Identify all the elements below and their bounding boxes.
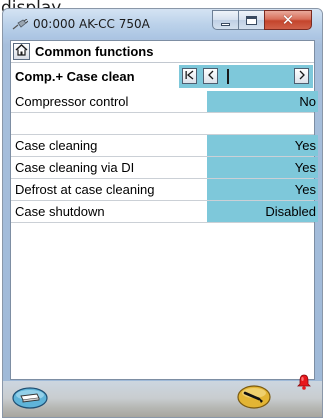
param-label: Case cleaning via DI: [15, 160, 135, 175]
close-button[interactable]: ✕: [264, 10, 312, 30]
param-value[interactable]: Yes: [207, 135, 318, 156]
client-area: Common functions Comp.+ Case clean Compr…: [10, 40, 318, 380]
param-label: Defrost at case cleaning: [15, 182, 155, 197]
param-value[interactable]: Yes: [207, 179, 318, 200]
param-label: Compressor control: [15, 94, 129, 109]
menu-header: Common functions: [11, 41, 314, 63]
param-row-defrost-at-case-cleaning[interactable]: Defrost at case cleaning Yes: [11, 179, 318, 201]
device-button[interactable]: [12, 387, 48, 409]
previous-button[interactable]: [203, 68, 218, 84]
param-value[interactable]: Disabled: [207, 201, 318, 222]
app-window: 00:000 AK-CC 750A ✕ Common functions Com…: [2, 8, 323, 418]
alarm-bell-icon[interactable]: [295, 373, 313, 391]
param-label: Case cleaning: [15, 138, 98, 153]
previous-icon: [207, 67, 215, 85]
device-icon: [12, 387, 48, 413]
param-row-case-shutdown[interactable]: Case shutdown Disabled: [11, 201, 318, 223]
first-page-icon: [185, 67, 194, 85]
wrench-icon: [237, 385, 271, 413]
menu-title: Common functions: [35, 44, 154, 59]
first-page-button[interactable]: [182, 68, 197, 84]
page-navigator: [179, 65, 313, 88]
maximize-icon: [246, 15, 257, 25]
param-row-compressor-control[interactable]: Compressor control No: [11, 91, 318, 113]
group-title: Comp.+ Case clean: [15, 69, 135, 84]
minimize-icon: [221, 22, 230, 26]
next-button[interactable]: [294, 68, 309, 84]
service-button[interactable]: [237, 384, 271, 409]
page-indicator: [227, 69, 229, 84]
group-header: Comp.+ Case clean: [11, 65, 314, 89]
bottom-toolbar: [3, 381, 322, 417]
window-title: 00:000 AK-CC 750A: [33, 17, 150, 31]
param-row-case-cleaning-via-di[interactable]: Case cleaning via DI Yes: [11, 157, 318, 179]
param-row-case-cleaning[interactable]: Case cleaning Yes: [11, 135, 318, 157]
home-icon: [15, 43, 28, 61]
param-value: [207, 113, 318, 134]
maximize-button[interactable]: [238, 10, 265, 30]
close-icon: ✕: [281, 11, 295, 29]
param-row-blank: [11, 113, 314, 135]
home-button[interactable]: [13, 43, 30, 60]
next-icon: [298, 67, 306, 85]
title-bar[interactable]: 00:000 AK-CC 750A ✕: [3, 9, 322, 39]
plug-icon: [12, 18, 29, 30]
param-value[interactable]: Yes: [207, 157, 318, 178]
minimize-button[interactable]: [212, 10, 239, 30]
param-value[interactable]: No: [207, 91, 318, 112]
param-label: Case shutdown: [15, 204, 105, 219]
